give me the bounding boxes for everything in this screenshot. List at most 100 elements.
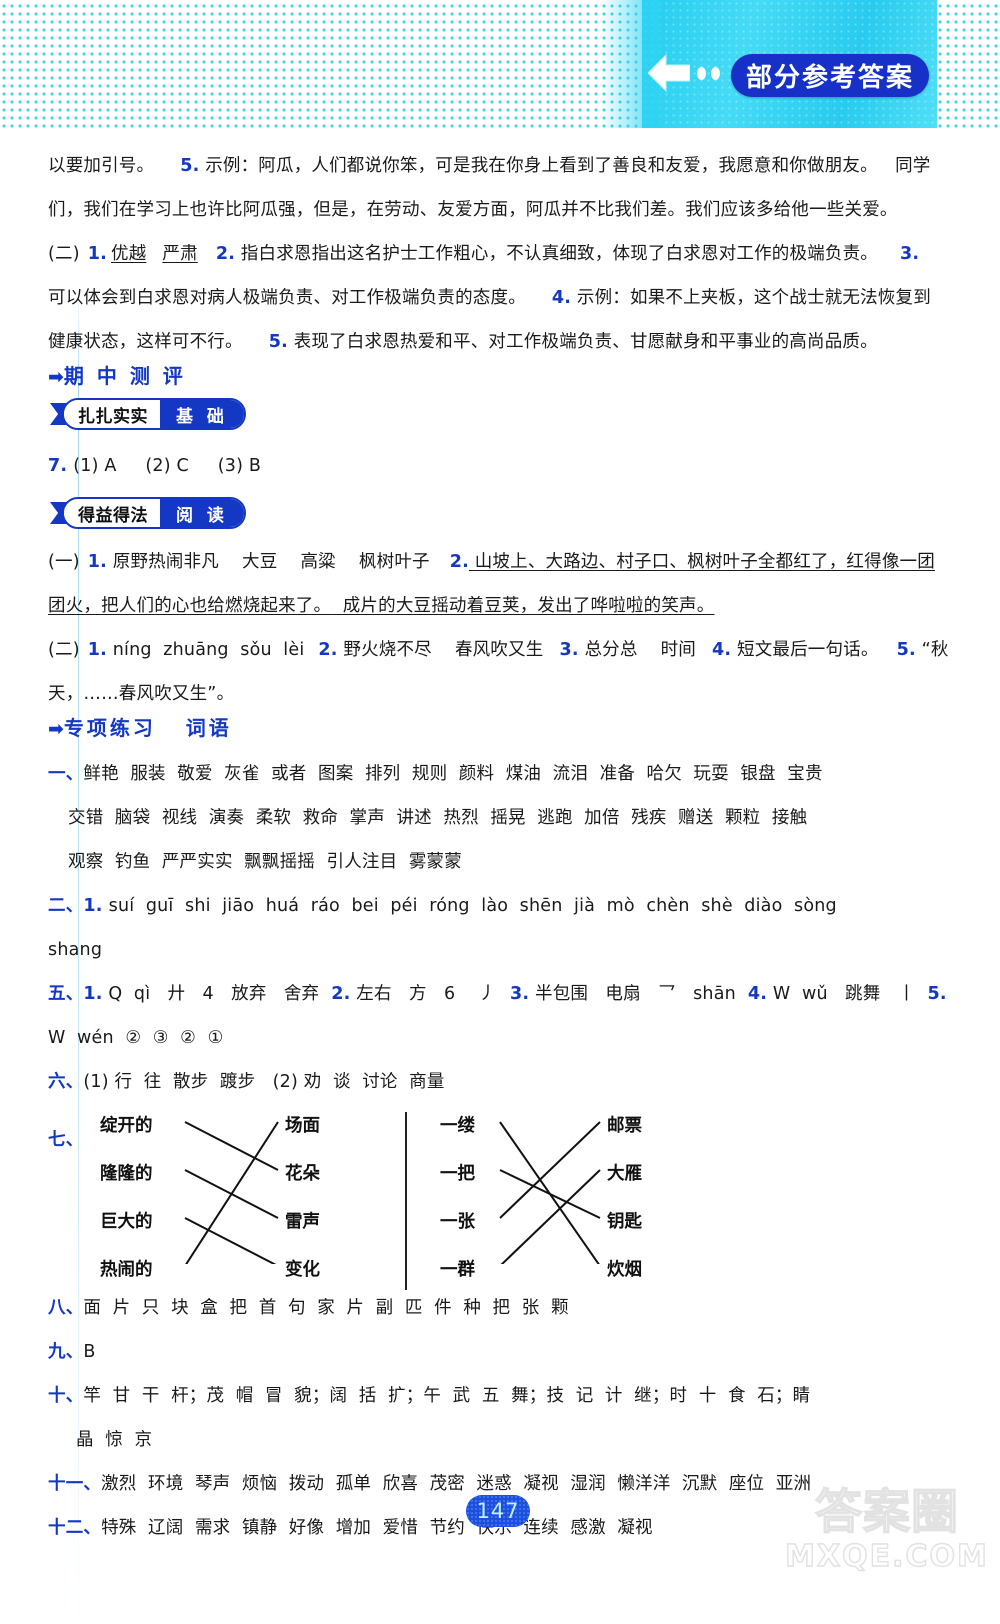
answer-line: 八、面 片 只 块 盒 把 首 句 家 片 副 匹 件 种 把 张 颗 (48, 1286, 569, 1330)
item-number: 7. (48, 456, 68, 476)
match-left-item: 一张 (440, 1212, 475, 1232)
answer-text: 以要加引号。 (48, 156, 155, 176)
row-label: 十二、 (48, 1518, 102, 1538)
answer-key-badge: 部分参考答案 (731, 54, 929, 97)
match-right-item: 钥匙 (607, 1212, 642, 1232)
arrow-dot-icon (697, 67, 706, 80)
row-label: 十一、 (48, 1474, 102, 1494)
answer-text: 指白求恩指出这名护士工作粗心，不认真细致，体现了白求恩对工作的极端负责。 (235, 244, 879, 264)
watermark-en-text: MXQE.COM (784, 1539, 989, 1574)
answer-text: 天，……春风吹又生”。 (48, 684, 235, 704)
item-number: 3. (559, 640, 579, 660)
answer-underlined: 山坡上、大路边、村子口、枫树叶子全都红了，红得像一团 (468, 552, 935, 572)
match-right-item: 大雁 (607, 1164, 642, 1184)
answer-line: 天，……春风吹又生”。 (48, 672, 234, 716)
match-right-item: 雷声 (285, 1212, 320, 1232)
badge-left-label: 扎扎实实 (64, 400, 160, 428)
answer-text: 健康状态，这样可不行。 (48, 332, 243, 352)
answer-line: 十、竿 甘 干 杆；茂 帽 冒 貌；阔 括 扩；午 武 五 舞；技 记 计 继；… (48, 1374, 810, 1418)
match-left-item: 巨大的 (100, 1212, 153, 1232)
answer-key-badge-label: 部分参考答案 (745, 63, 914, 93)
answer-text: 竿 甘 干 杆；茂 帽 冒 貌；阔 括 扩；午 武 五 舞；技 记 计 继；时 … (83, 1386, 811, 1406)
answer-text: 野火烧不尽 春风吹又生 (337, 640, 544, 660)
watermark-cn-text: 答案圈 (814, 1485, 959, 1540)
answer-text: 特殊 辽阔 需求 镇静 好像 增加 爱惜 节约 快乐 连续 感激 凝视 (101, 1518, 653, 1538)
match-right-item: 邮票 (607, 1116, 642, 1136)
item-number: 5. (927, 984, 947, 1004)
answer-line: 7. (1) A (2) C (3) B (48, 444, 261, 488)
row-label: 二、 (48, 896, 84, 916)
answer-text: 交错 脑袋 视线 演奏 柔软 救命 掌声 讲述 热烈 摇晃 逃跑 加倍 残疾 赠… (68, 808, 808, 828)
item-number: 2. (331, 984, 351, 1004)
answer-text: 总分总 时间 (578, 640, 697, 660)
item-number: 1. (83, 896, 103, 916)
item-number: 1. (87, 640, 107, 660)
section-heading-label: 期 中 测 评 (63, 364, 186, 388)
answer-underlined: 优越 (111, 244, 147, 264)
badge-reading: 得益得法 阅 读 (62, 497, 246, 529)
item-number: 1. (87, 244, 107, 264)
answer-line: (一) 1. 原野热闹非凡 大豆 高粱 枫树叶子 2. 山坡上、大路边、村子口、枫树… (48, 540, 935, 584)
row-label: 九、 (48, 1342, 84, 1362)
answer-line: 五、1. Q qì 廾 4 放弃 舍弃 2. 左右 方 6 丿 3. 半包围 电扇 … (48, 972, 947, 1016)
answer-line: 们，我们在学习上也许比阿瓜强，但是，在劳动、友爱方面，阿瓜并不比我们差。我们应该… (48, 188, 898, 232)
group-label: (二) (48, 244, 80, 264)
row-label: 八、 (48, 1298, 84, 1318)
answer-text: 原野热闹非凡 大豆 高粱 枫树叶子 (107, 552, 430, 572)
page-header-band: 部分参考答案 (0, 0, 1000, 130)
answer-text: 半包围 电扇 乛 shān (529, 984, 736, 1004)
answer-text: 可以体会到白求恩对病人极端负责、对工作极端负责的态度。 (48, 288, 526, 308)
pinyin-text: suí guī shi jiāo huá ráo bei péi róng là… (108, 896, 837, 916)
badge-right-label: 基 础 (160, 400, 244, 428)
answer-line: 晶 惊 京 (76, 1418, 152, 1462)
answer-text: 鲜艳 服装 敬爱 灰雀 或者 图案 排列 规则 颜料 煤油 流泪 准备 哈欠 玩… (83, 764, 823, 784)
answer-line: W wén ② ③ ② ① (48, 1016, 223, 1060)
group-label: (一) (48, 552, 80, 572)
match-left-item: 一缕 (440, 1116, 475, 1136)
match-left-item: 一群 (440, 1260, 475, 1280)
match-left-item: 热闹的 (100, 1260, 153, 1280)
match-right-item: 炊烟 (607, 1260, 642, 1280)
answer-text: 表现了白求恩热爱和平、对工作极端负责、甘愿献身和平事业的高尚品质。 (287, 332, 878, 352)
arrow-right-icon: ➡ (48, 366, 64, 388)
answer-text: 激烈 环境 琴声 烦恼 拨动 孤单 欣喜 茂密 迷惑 凝视 湿润 懒洋洋 沉默 … (101, 1474, 812, 1494)
item-number: 4. (712, 640, 732, 660)
answer-underlined: 严肃 (162, 244, 198, 264)
match-left-item: 隆隆的 (100, 1164, 153, 1184)
item-number: 5. (268, 332, 288, 352)
answer-text: W wén ② ③ ② ① (48, 1028, 224, 1048)
answer-line: 交错 脑袋 视线 演奏 柔软 救命 掌声 讲述 热烈 摇晃 逃跑 加倍 残疾 赠… (68, 796, 807, 840)
site-watermark: 答案圈 MXQE.COM (782, 1485, 992, 1586)
answer-text: “秋 (915, 640, 949, 660)
badge-left-label: 得益得法 (64, 499, 160, 527)
left-arrow-icon (648, 54, 690, 92)
match-left-item: 绽开的 (100, 1116, 153, 1136)
item-number: 5. (896, 640, 916, 660)
match-right-item: 场面 (285, 1116, 320, 1136)
match-left-item: 一把 (440, 1164, 475, 1184)
answer-line: (二) 1. níng zhuāng sǒu lèi 2. 野火烧不尽 春风吹又生 3… (48, 628, 949, 672)
match-right-item: 花朵 (285, 1164, 320, 1184)
answer-line: 十一、激烈 环境 琴声 烦恼 拨动 孤单 欣喜 茂密 迷惑 凝视 湿润 懒洋洋 … (48, 1462, 811, 1506)
answer-text: 左右 方 6 丿 (350, 984, 497, 1004)
answer-line: 二、1. suí guī shi jiāo huá ráo bei péi rón… (48, 884, 837, 928)
answer-line: 十二、特殊 辽阔 需求 镇静 好像 增加 爱惜 节约 快乐 连续 感激 凝视 (48, 1506, 653, 1550)
arrow-right-icon: ➡ (48, 718, 64, 740)
item-number: 2. (215, 244, 236, 264)
page-number-badge: 147 (466, 1495, 530, 1527)
row-label: 一、 (48, 764, 84, 784)
answer-text: 晶 惊 京 (76, 1430, 153, 1450)
answer-text: 观察 钓鱼 严严实实 飘飘摇摇 引人注目 雾蒙蒙 (68, 852, 462, 872)
match-right-item: 变化 (285, 1260, 320, 1280)
answer-underlined: 团火，把人们的心也给燃烧起来了。 (48, 596, 332, 616)
badge-foundation: 扎扎实实 基 础 (62, 398, 246, 430)
item-number: 4. (551, 288, 572, 308)
arrow-dot-icon (711, 67, 720, 80)
answer-line: 团火，把人们的心也给燃烧起来了。 成片的大豆摇动着豆荚，发出了哗啦啦的笑声。 (48, 584, 714, 628)
answer-text: 们，我们在学习上也许比阿瓜强，但是，在劳动、友爱方面，阿瓜并不比我们差。我们应该… (48, 200, 898, 220)
group-label: (二) (48, 640, 80, 660)
section-heading-midterm: ➡期 中 测 评 (48, 360, 186, 389)
row-label: 五、 (48, 984, 84, 1004)
item-number: 4. (747, 984, 768, 1004)
item-number: 2. (449, 552, 469, 572)
